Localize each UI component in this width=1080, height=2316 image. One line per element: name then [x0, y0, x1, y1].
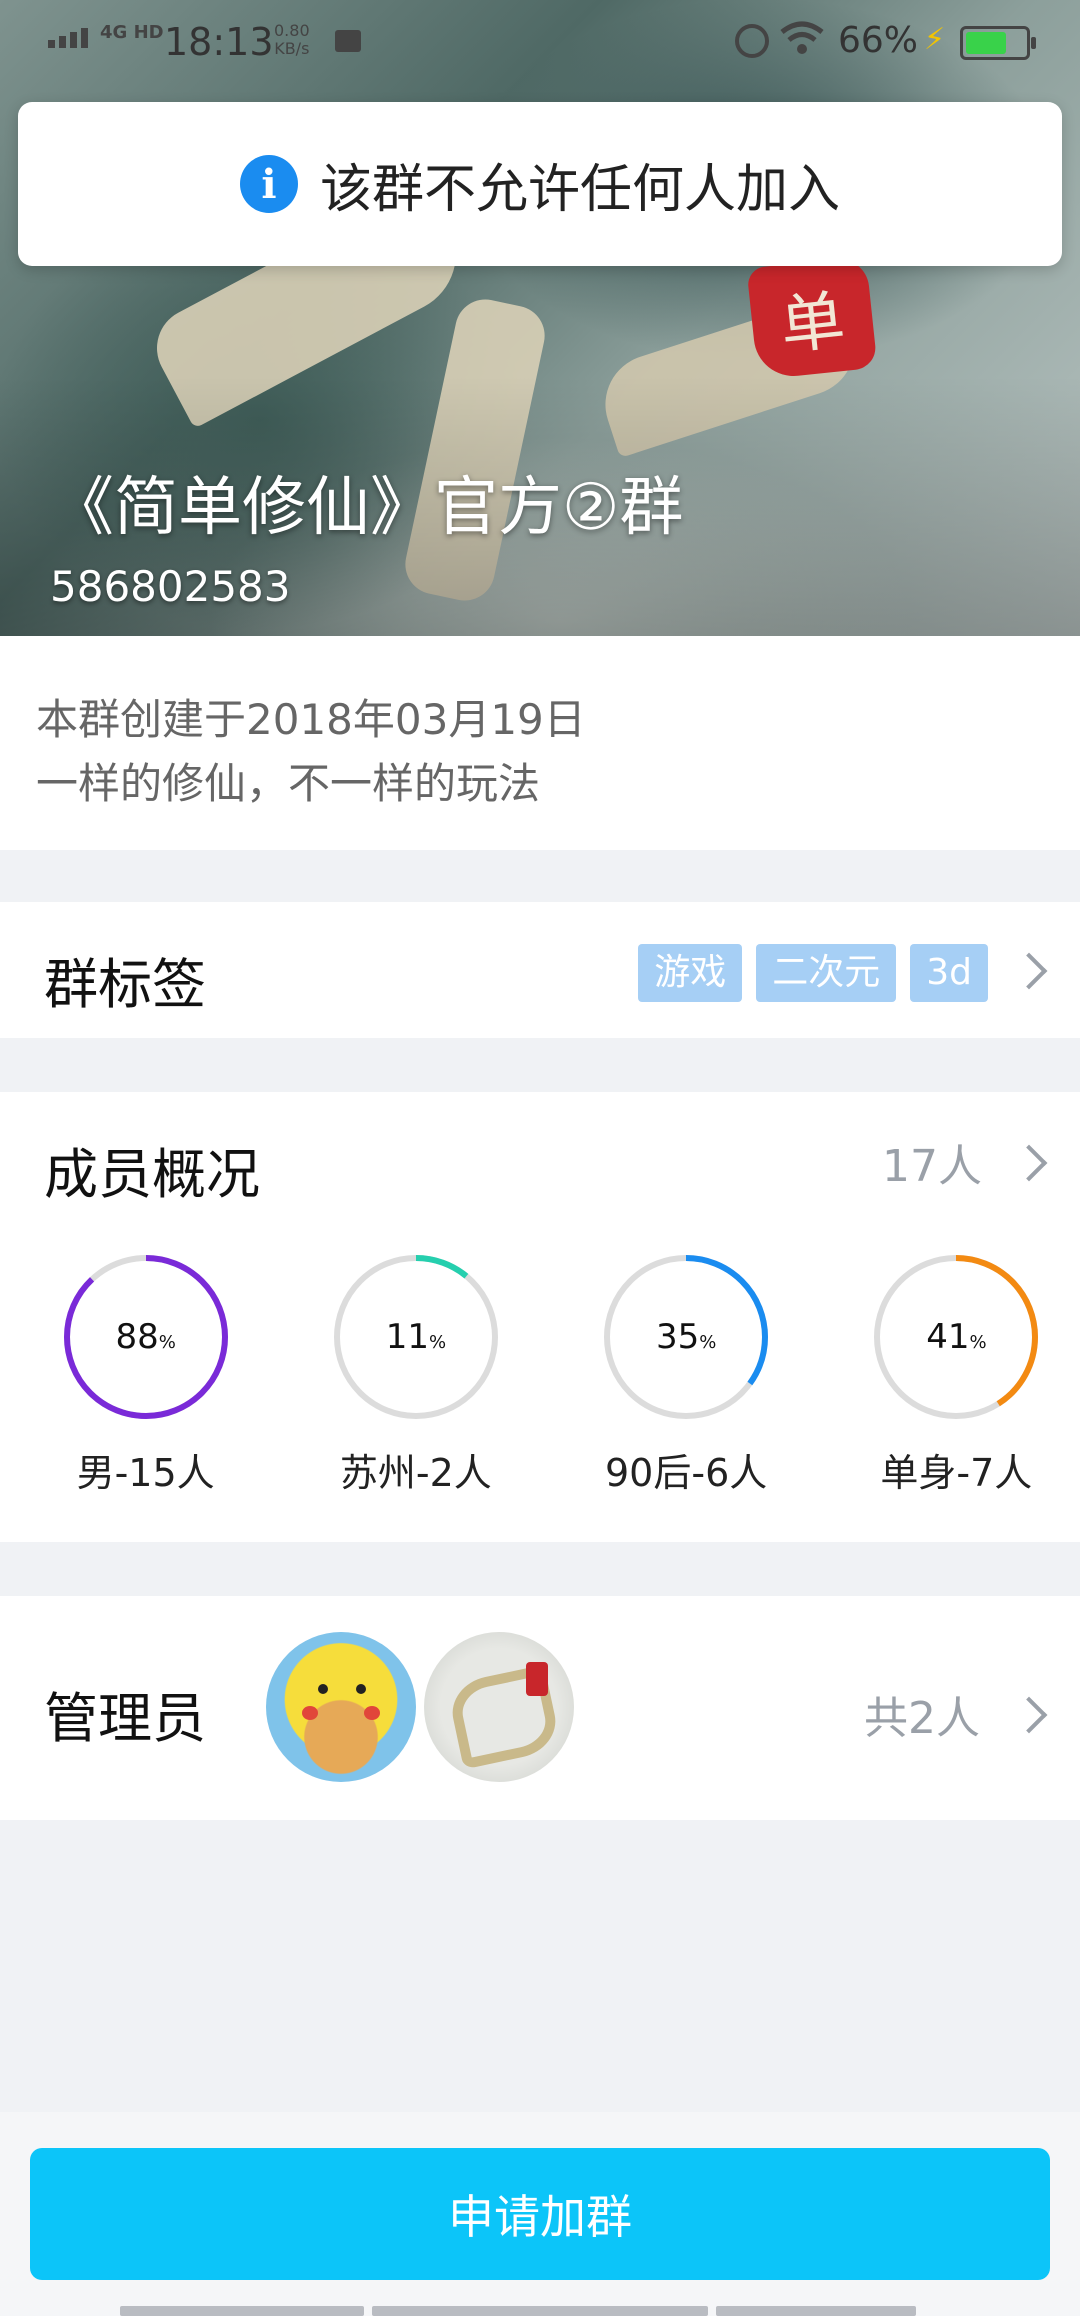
progress-ring: 11% [331, 1252, 501, 1422]
status-time: 18:13 [164, 20, 274, 64]
toast-message: 该群不允许任何人加入 [319, 159, 840, 220]
progress-ring: 88% [61, 1252, 231, 1422]
stat-age: 35% 90后-6人 [563, 1252, 810, 1497]
progress-ring: 41% [871, 1252, 1041, 1422]
member-count[interactable]: 17人 [882, 1130, 982, 1194]
member-stats: 88% 男-15人 11% 苏州-2人 35% 90后-6人 41 % 单身-7… [0, 1252, 1080, 1497]
signal-icon [48, 28, 92, 48]
tag: 3d [910, 944, 988, 1002]
charging-icon: ⚡ [924, 22, 946, 57]
chevron-right-icon [1010, 1696, 1048, 1734]
admin-count: 共2人 [864, 1693, 980, 1744]
nav-indicator [120, 2306, 364, 2316]
status-bar: 4G HD 18:13 0.80 KB/s 66% ⚡ [0, 0, 1080, 86]
info-icon: i [239, 155, 298, 213]
cover-seal: 单 [746, 256, 878, 380]
chevron-right-icon[interactable] [1010, 1144, 1048, 1182]
stat-label: 90后-6人 [605, 1451, 768, 1495]
stat-single: 41% 单身-7人 [833, 1252, 1080, 1497]
stat-label: 男-15人 [76, 1451, 215, 1495]
stat-gender: 88% 男-15人 [22, 1252, 269, 1497]
stat-label: 苏州-2人 [339, 1451, 492, 1495]
toast-notification: i 该群不允许任何人加入 [18, 102, 1062, 266]
members-title: 成员概况 [44, 1143, 260, 1206]
jianshan-xiuxian-logo-avatar[interactable] [424, 1632, 574, 1782]
group-id: 586802583 [50, 562, 291, 611]
member-overview: 成员概况 17人 88% 男-15人 11% 苏州-2人 35 % 90后-6人… [0, 1092, 1080, 1542]
admins-row[interactable]: 管理员 共2人 [0, 1596, 1080, 1820]
tag: 游戏 [638, 944, 743, 1002]
stat-label: 单身-7人 [880, 1451, 1033, 1495]
apply-join-button[interactable]: 申请加群 [30, 2148, 1050, 2280]
nav-indicator [372, 2306, 708, 2316]
pikachu-avatar[interactable] [266, 1632, 416, 1782]
group-name: 《简单修仙》官方②群 [50, 471, 684, 545]
battery-percent: 66% [838, 20, 919, 61]
tag-list: 游戏 二次元 3d [638, 944, 988, 1002]
admins-title: 管理员 [44, 1687, 206, 1750]
battery-icon [960, 26, 1036, 60]
group-intro: 一样的修仙，不一样的玩法 [36, 759, 541, 808]
alarm-icon [735, 24, 769, 58]
network-speed: 0.80 KB/s [274, 21, 310, 58]
chevron-right-icon [1010, 952, 1048, 990]
created-date: 本群创建于2018年03月19日 [36, 695, 586, 744]
tag: 二次元 [756, 944, 897, 1002]
network-type: 4G HD [100, 22, 164, 43]
group-description: 本群创建于2018年03月19日 一样的修仙，不一样的玩法 [0, 636, 1080, 850]
nav-indicator [716, 2306, 916, 2316]
group-tags-row[interactable]: 群标签 游戏 二次元 3d [0, 902, 1080, 1038]
progress-ring: 35% [601, 1252, 771, 1422]
tags-title: 群标签 [44, 953, 206, 1016]
stat-location: 11% 苏州-2人 [292, 1252, 539, 1497]
wifi-icon [780, 21, 824, 54]
media-icon [335, 30, 361, 52]
